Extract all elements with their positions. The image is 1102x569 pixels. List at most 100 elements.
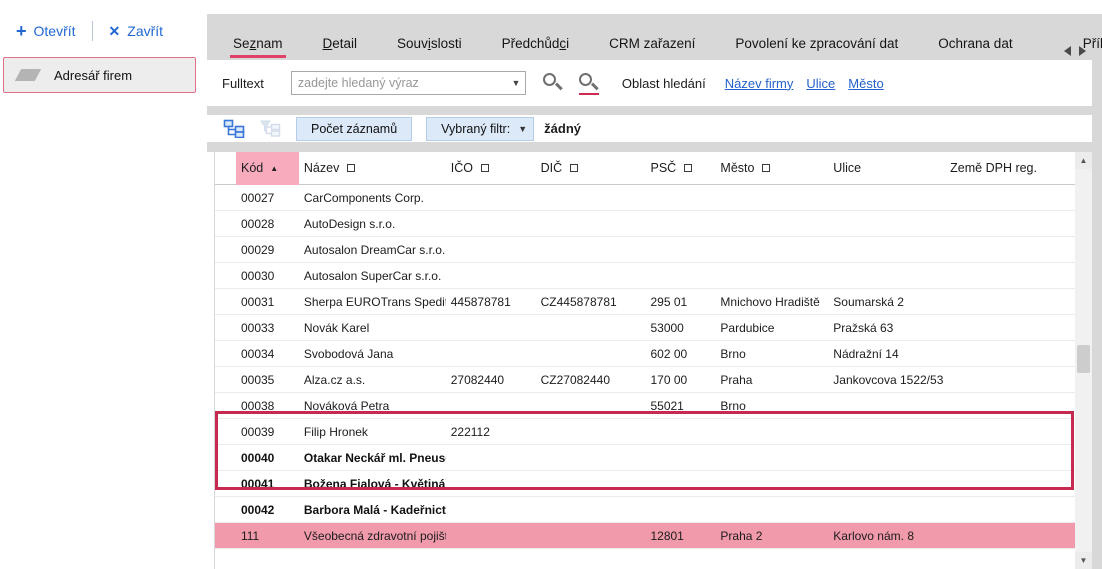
filter-box-icon[interactable]	[347, 164, 355, 172]
tab-seznam[interactable]: Seznam	[233, 36, 283, 51]
search-scope-label: Oblast hledání	[622, 76, 706, 91]
column-header-kod[interactable]: Kód ▲	[236, 152, 299, 185]
table-row[interactable]: 00029Autosalon DreamCar s.r.o.	[215, 237, 1075, 263]
filter-box-icon[interactable]	[570, 164, 578, 172]
fulltext-input[interactable]	[292, 76, 507, 90]
column-header-zeme-dph[interactable]: Země DPH reg.	[945, 152, 1075, 185]
left-panel: + Otevřít ✕ Zavřít Adresář firem	[0, 0, 207, 569]
table-header: Kód ▲ Název IČO DIČ PSČ	[215, 152, 1075, 185]
cell-nazev: Svobodová Jana	[299, 347, 446, 361]
cell-nazev: Novák Karel	[299, 321, 446, 335]
cell-mesto: Praha	[715, 373, 828, 387]
separator	[207, 106, 1092, 115]
column-header-ulice[interactable]: Ulice	[828, 152, 945, 185]
tab-strip: Seznam Detail Souvislosti Předchůdci CRM…	[207, 14, 1102, 60]
cell-psc: 53000	[645, 321, 715, 335]
scope-link-ulice[interactable]: Ulice	[806, 76, 835, 91]
column-header-dic[interactable]: DIČ	[536, 152, 646, 185]
scroll-up-icon[interactable]: ▲	[1075, 152, 1092, 169]
column-header-ico[interactable]: IČO	[446, 152, 536, 185]
chevron-down-icon[interactable]: ▼	[507, 78, 525, 88]
table-row[interactable]: 00031Sherpa EUROTrans Spedition445878781…	[215, 289, 1075, 315]
cell-kod: 00039	[236, 425, 299, 439]
record-count-button[interactable]: Počet záznamů	[296, 117, 412, 141]
tab-next-icon[interactable]	[1079, 46, 1086, 56]
table-row[interactable]: 00030Autosalon SuperCar s.r.o.	[215, 263, 1075, 289]
vertical-scrollbar[interactable]: ▲ ▼	[1075, 152, 1092, 569]
search-icon	[543, 73, 556, 86]
table-row[interactable]: 00040Otakar Neckář ml. Pneuservis	[215, 445, 1075, 471]
scope-link-nazev-firmy[interactable]: Název firmy	[725, 76, 794, 91]
tab-povoleni-ke-zpracovani-dat[interactable]: Povolení ke zpracování dat	[735, 36, 898, 51]
close-button[interactable]: ✕ Zavřít	[103, 23, 170, 40]
column-header-psc[interactable]: PSČ	[646, 152, 716, 185]
table-row[interactable]: 00027CarComponents Corp.	[215, 185, 1075, 211]
scope-link-mesto[interactable]: Město	[848, 76, 883, 91]
selected-filter-dropdown[interactable]: Vybraný filtr: ▼	[426, 117, 534, 141]
cell-psc: 170 00	[645, 373, 715, 387]
filter-box-icon[interactable]	[684, 164, 692, 172]
app-window: + Otevřít ✕ Zavřít Adresář firem Seznam …	[0, 0, 1102, 569]
cell-dic: CZ27082440	[536, 373, 646, 387]
search-in-results-button[interactable]	[578, 71, 600, 95]
cell-nazev: Filip Hronek	[299, 425, 446, 439]
tree-view-button[interactable]	[222, 118, 246, 140]
cell-dic: CZ445878781	[536, 295, 646, 309]
cell-kod: 00038	[236, 399, 299, 413]
cell-psc: 12801	[645, 529, 715, 543]
sidebar-item-adresar-firem[interactable]: Adresář firem	[3, 57, 196, 93]
main-area: Seznam Detail Souvislosti Předchůdci CRM…	[207, 0, 1102, 569]
table-row[interactable]: 00038Nováková Petra55021Brno	[215, 393, 1075, 419]
table-row[interactable]: 00042Barbora Malá - Kadeřnictví	[215, 497, 1075, 523]
filter-box-icon[interactable]	[762, 164, 770, 172]
cell-nazev: AutoDesign s.r.o.	[299, 217, 446, 231]
cell-kod: 00041	[236, 477, 299, 491]
tab-prev-icon[interactable]	[1064, 46, 1071, 56]
cell-mesto: Praha 2	[715, 529, 828, 543]
open-button[interactable]: + Otevřít	[10, 22, 82, 40]
table-row[interactable]: 00041Božena Fialová - Květinářství	[215, 471, 1075, 497]
tab-souvislosti[interactable]: Souvislosti	[397, 36, 462, 51]
table-row[interactable]: 00028AutoDesign s.r.o.	[215, 211, 1075, 237]
companies-grid: Kód ▲ Název IČO DIČ PSČ	[214, 152, 1075, 569]
tree-view-icon	[223, 119, 245, 138]
cell-nazev: Božena Fialová - Květinářství	[299, 477, 446, 491]
cell-kod: 00042	[236, 503, 299, 517]
table-row[interactable]: 00033Novák Karel53000PardubicePražská 63	[215, 315, 1075, 341]
cell-nazev: Autosalon DreamCar s.r.o.	[299, 243, 446, 257]
table-row[interactable]: 00035Alza.cz a.s.27082440CZ27082440170 0…	[215, 367, 1075, 393]
tab-predchudci[interactable]: Předchůdci	[502, 36, 570, 51]
search-accent-icon	[579, 73, 592, 86]
cell-kod: 00040	[236, 451, 299, 465]
cell-kod: 00034	[236, 347, 299, 361]
scrollbar-thumb[interactable]	[1077, 345, 1090, 373]
search-button[interactable]	[542, 71, 564, 95]
selected-filter-value: žádný	[544, 121, 581, 136]
cell-nazev: Otakar Neckář ml. Pneuservis	[299, 451, 446, 465]
search-scope-links: Název firmy Ulice Město	[725, 76, 884, 91]
cell-nazev: Barbora Malá - Kadeřnictví	[299, 503, 446, 517]
column-header-nazev[interactable]: Název	[299, 152, 446, 185]
cell-ulice: Pražská 63	[828, 321, 945, 335]
sidebar-item-label: Adresář firem	[54, 68, 132, 83]
cell-nazev: Všeobecná zdravotní pojišťovna	[299, 529, 446, 543]
filter-box-icon[interactable]	[481, 164, 489, 172]
table-row[interactable]: 111Všeobecná zdravotní pojišťovna12801Pr…	[215, 523, 1075, 549]
cell-nazev: Autosalon SuperCar s.r.o.	[299, 269, 446, 283]
scroll-down-icon[interactable]: ▼	[1075, 552, 1092, 569]
cell-kod: 00033	[236, 321, 299, 335]
tab-detail[interactable]: Detail	[323, 36, 358, 51]
cell-nazev: CarComponents Corp.	[299, 191, 446, 205]
column-header-mesto[interactable]: Město	[715, 152, 828, 185]
fulltext-label: Fulltext	[222, 76, 264, 91]
module-icon	[15, 69, 41, 81]
actions-divider	[92, 21, 93, 41]
table-row[interactable]: 00034Svobodová Jana602 00BrnoNádražní 14	[215, 341, 1075, 367]
table-row[interactable]: 00039Filip Hronek222112	[215, 419, 1075, 445]
filter-toolbar: Počet záznamů Vybraný filtr: ▼ žádný	[207, 115, 1092, 142]
tab-crm-zarazeni[interactable]: CRM zařazení	[609, 36, 695, 51]
cell-ico: 222112	[446, 425, 536, 439]
cell-psc: 55021	[645, 399, 715, 413]
cell-psc: 602 00	[645, 347, 715, 361]
tab-ochrana-dat[interactable]: Ochrana dat	[938, 36, 1012, 51]
